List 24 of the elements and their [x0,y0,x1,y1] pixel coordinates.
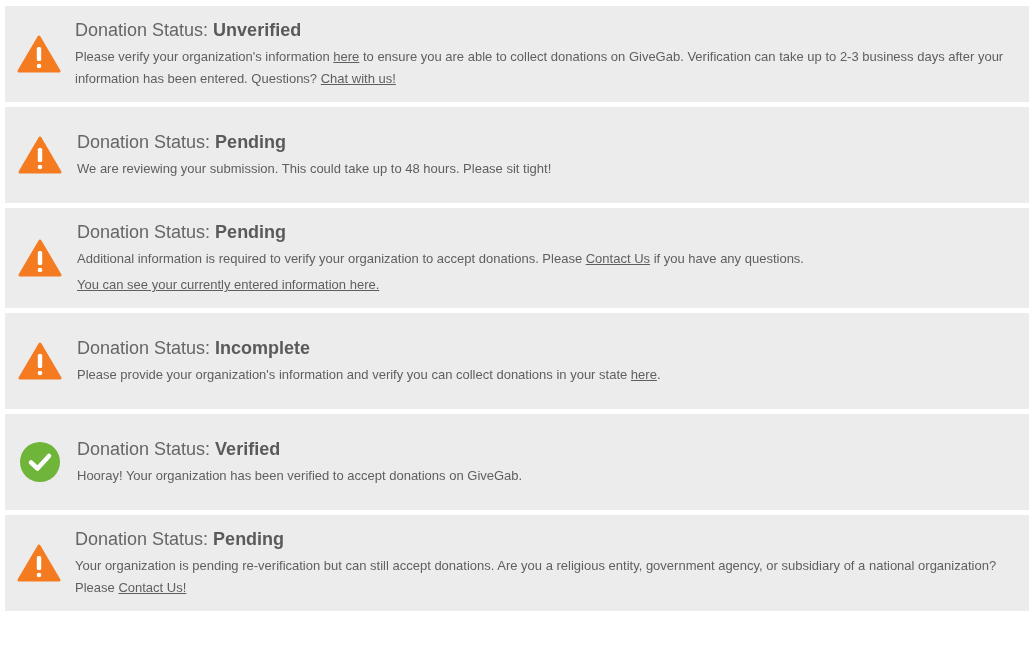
status-title: Donation Status: Pending [75,528,286,551]
status-message: Please verify your organization's information here to ensure you are able to collect donations on GiveGab. Verification can take up to 2-3 business days after your information has been entered. Questions? Chat with us! [75,48,1005,88]
text-link[interactable]: Chat with us! [320,71,396,86]
status-message: We are reviewing your submission. This could take up to 48 hours. Please sit tight! [77,160,552,178]
warning-icon [18,239,62,277]
status-message: Please provide your organization's information and verify you can collect donations in your state here. [77,366,661,384]
status-title: Donation Status: Pending [77,131,288,154]
warning-icon [17,35,61,73]
check-circle-icon [19,441,61,483]
text-link[interactable]: here [333,49,360,64]
status-message: Additional information is required to verify your organization to accept donations. Please Contact Us if you have any questions. [77,250,804,268]
status-title: Donation Status: Unverified [75,19,303,42]
status-message: Hooray! Your organization has been verified to accept donations on GiveGab. [77,467,523,485]
status-message: Your organization is pending re-verification but can still accept donations. Are you a religious entity, government agency, or subsidiary of a national organization? Please Contact Us! [75,557,998,597]
status-title: Donation Status: Verified [77,438,282,461]
status-title: Donation Status: Incomplete [77,337,312,360]
warning-icon [18,136,62,174]
text-link[interactable]: You can see your currently entered information here. [77,277,380,292]
text-link[interactable]: Contact Us [585,251,651,266]
warning-icon [18,342,62,380]
text-link[interactable]: here [630,367,657,382]
text-link[interactable]: Contact Us! [118,580,187,595]
status-title: Donation Status: Pending [77,221,288,244]
warning-icon [17,544,61,582]
